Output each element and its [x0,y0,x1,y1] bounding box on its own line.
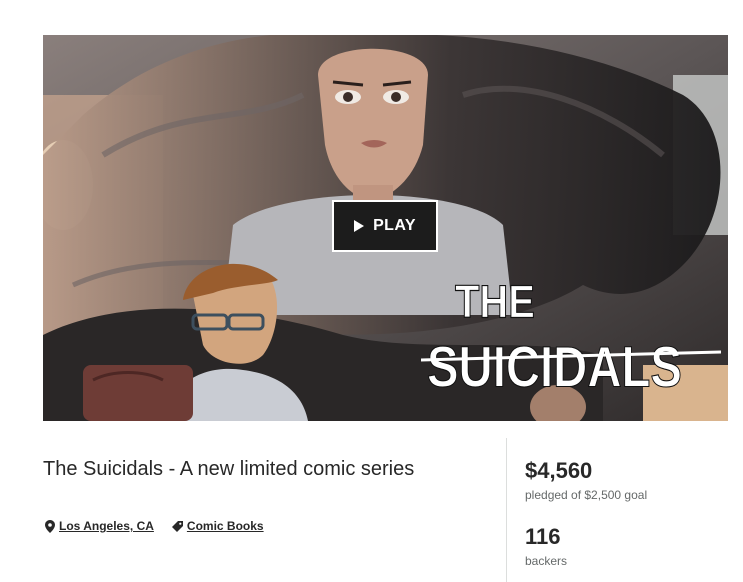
series-logo: THE SUICIDALS [421,276,721,400]
location-label: Los Angeles, CA [59,519,154,533]
project-meta: Los Angeles, CA Comic Books [45,519,264,533]
category-label: Comic Books [186,519,264,533]
play-button[interactable]: PLAY [332,200,438,252]
backers-label: backers [525,554,568,568]
map-pin-icon [45,519,55,533]
pledged-goal-label: pledged of $2,500 goal [525,488,648,502]
pledged-amount: $4,560 [525,458,593,483]
project-title: The Suicidals - A new limited comic seri… [43,458,415,480]
backers-count: 116 [525,524,561,549]
stats-divider [506,438,507,582]
logo-line-suicidals: SUICIDALS [427,335,682,399]
logo-line-the: THE [455,277,535,328]
tag-icon [171,520,183,532]
play-triangle-icon [354,220,365,232]
location-link[interactable]: Los Angeles, CA [45,519,154,533]
category-link[interactable]: Comic Books [171,519,264,533]
play-button-label: PLAY [373,217,416,234]
project-video[interactable]: PLAY THE SUICIDALS [43,35,728,421]
